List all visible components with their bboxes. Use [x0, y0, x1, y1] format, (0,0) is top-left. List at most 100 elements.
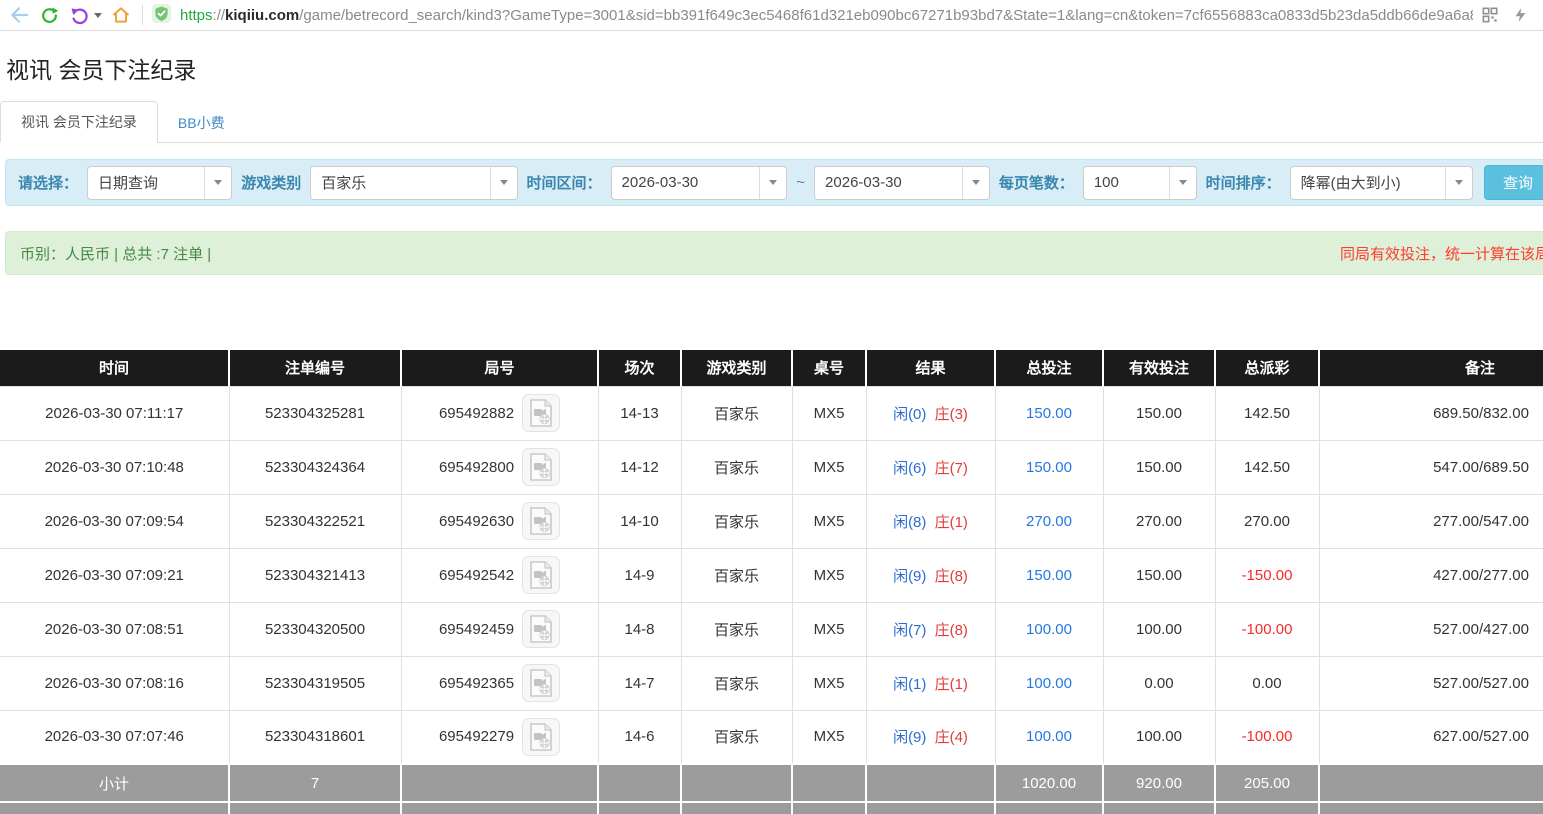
time-range-label: 时间区间：: [527, 172, 602, 193]
subtotal-row: 小计 7 1020.00 920.00 205.00: [0, 764, 1543, 802]
total-bet-link[interactable]: 150.00: [1026, 567, 1072, 584]
video-replay-button[interactable]: [522, 610, 560, 648]
header-table-no: 桌号: [792, 350, 866, 386]
back-icon[interactable]: [6, 3, 32, 27]
video-replay-button[interactable]: [522, 718, 560, 756]
result-banker: 庄(8): [935, 568, 968, 585]
total-bet-link[interactable]: 150.00: [1026, 405, 1072, 422]
result-banker: 庄(7): [935, 460, 968, 477]
cell-session: 14-10: [598, 494, 681, 548]
cell-payout: -150.00: [1215, 548, 1319, 602]
time-sort-select[interactable]: 降幂(由大到小): [1290, 166, 1473, 200]
cell-game-type: 百家乐: [681, 656, 792, 710]
result-banker: 庄(4): [935, 729, 968, 746]
cell-result: 闲(6) 庄(7): [866, 440, 995, 494]
cell-round-no: 695492542: [401, 548, 598, 602]
cell-table-no: MX5: [792, 386, 866, 440]
total-bet-link[interactable]: 150.00: [1026, 459, 1072, 476]
tab-bb-tip[interactable]: BB小费: [158, 103, 245, 143]
date-from-input[interactable]: 2026-03-30: [611, 166, 788, 200]
total-count: 7: [229, 802, 401, 814]
header-time: 时间: [0, 350, 229, 386]
cell-session: 14-8: [598, 602, 681, 656]
page-size-label: 每页笔数：: [999, 172, 1074, 193]
cell-time: 2026-03-30 07:07:46: [0, 710, 229, 764]
total-label: 总计: [0, 802, 229, 814]
cell-payout: -100.00: [1215, 710, 1319, 764]
result-banker: 庄(3): [935, 406, 968, 423]
cell-result: 闲(9) 庄(8): [866, 548, 995, 602]
url-scheme: https: [180, 7, 213, 24]
cell-round-no: 695492800: [401, 440, 598, 494]
cell-total-bet: 270.00: [995, 494, 1103, 548]
cell-valid-bet: 270.00: [1103, 494, 1215, 548]
game-type-select[interactable]: 百家乐: [310, 166, 517, 200]
search-button[interactable]: 查询: [1484, 165, 1543, 200]
video-replay-button[interactable]: [522, 556, 560, 594]
qr-code-icon[interactable]: [1477, 3, 1503, 27]
cell-game-type: 百家乐: [681, 494, 792, 548]
header-result: 结果: [866, 350, 995, 386]
page-size-select[interactable]: 100: [1083, 166, 1197, 200]
cell-bet-id: 523304321413: [229, 548, 401, 602]
url-separator: ://: [213, 7, 226, 24]
total-bet-link[interactable]: 100.00: [1026, 728, 1072, 745]
table-row: 2026-03-30 07:09:54 523304322521 6954926…: [0, 494, 1543, 548]
undo-icon[interactable]: [66, 3, 92, 27]
result-banker: 庄(1): [935, 514, 968, 531]
cell-game-type: 百家乐: [681, 548, 792, 602]
result-player: 闲(6): [893, 460, 926, 477]
cell-remark: 547.00/689.50: [1319, 440, 1543, 494]
video-replay-button[interactable]: [522, 394, 560, 432]
video-replay-button[interactable]: [522, 664, 560, 702]
total-bet-link[interactable]: 270.00: [1026, 513, 1072, 530]
total-payout: 205.00: [1215, 802, 1319, 814]
video-replay-button[interactable]: [522, 448, 560, 486]
cell-table-no: MX5: [792, 440, 866, 494]
date-to-input[interactable]: 2026-03-30: [814, 166, 990, 200]
total-row: 总计 7 1020.00 920.00 205.00: [0, 802, 1543, 814]
query-type-select[interactable]: 日期查询: [87, 166, 232, 200]
security-shield-icon[interactable]: [151, 3, 172, 28]
undo-dropdown-caret[interactable]: [94, 13, 102, 18]
cell-payout: 142.50: [1215, 386, 1319, 440]
cell-table-no: MX5: [792, 548, 866, 602]
table-row: 2026-03-30 07:11:17 523304325281 6954928…: [0, 386, 1543, 440]
total-valid-bet: 920.00: [1103, 802, 1215, 814]
cell-total-bet: 100.00: [995, 602, 1103, 656]
video-replay-button[interactable]: [522, 502, 560, 540]
header-remark: 备注: [1319, 350, 1543, 386]
home-icon[interactable]: [108, 3, 134, 27]
cell-game-type: 百家乐: [681, 386, 792, 440]
cell-remark: 627.00/527.00: [1319, 710, 1543, 764]
address-bar[interactable]: https://kiqiiu.com/game/betrecord_search…: [151, 3, 1473, 28]
date-to-value: 2026-03-30: [815, 174, 962, 191]
browser-toolbar: https://kiqiiu.com/game/betrecord_search…: [0, 0, 1543, 31]
cell-result: 闲(8) 庄(1): [866, 494, 995, 548]
table-row: 2026-03-30 07:07:46 523304318601 6954922…: [0, 710, 1543, 764]
cell-valid-bet: 150.00: [1103, 440, 1215, 494]
lightning-icon[interactable]: [1507, 3, 1533, 27]
tab-video-bet-records[interactable]: 视讯 会员下注纪录: [0, 101, 158, 143]
cell-time: 2026-03-30 07:11:17: [0, 386, 229, 440]
cell-game-type: 百家乐: [681, 602, 792, 656]
table-row: 2026-03-30 07:09:21 523304321413 6954925…: [0, 548, 1543, 602]
total-bet-link[interactable]: 100.00: [1026, 675, 1072, 692]
chevron-down-icon: [204, 167, 231, 199]
cell-total-bet: 100.00: [995, 710, 1103, 764]
header-round-no: 局号: [401, 350, 598, 386]
summary-bar: 币别：人民币 | 总共 :7 注单 | 同局有效投注，统一计算在该局: [5, 231, 1543, 275]
cell-time: 2026-03-30 07:10:48: [0, 440, 229, 494]
result-player: 闲(9): [893, 729, 926, 746]
total-bet-link[interactable]: 100.00: [1026, 621, 1072, 638]
toolbar-divider: [142, 5, 143, 25]
tilde-separator: ~: [796, 174, 805, 191]
total-total-bet: 1020.00: [995, 802, 1103, 814]
cell-remark: 527.00/527.00: [1319, 656, 1543, 710]
cell-payout: -100.00: [1215, 602, 1319, 656]
subtotal-payout: 205.00: [1215, 764, 1319, 802]
cell-total-bet: 150.00: [995, 548, 1103, 602]
cell-time: 2026-03-30 07:08:51: [0, 602, 229, 656]
refresh-icon[interactable]: [36, 3, 62, 27]
cell-time: 2026-03-30 07:08:16: [0, 656, 229, 710]
